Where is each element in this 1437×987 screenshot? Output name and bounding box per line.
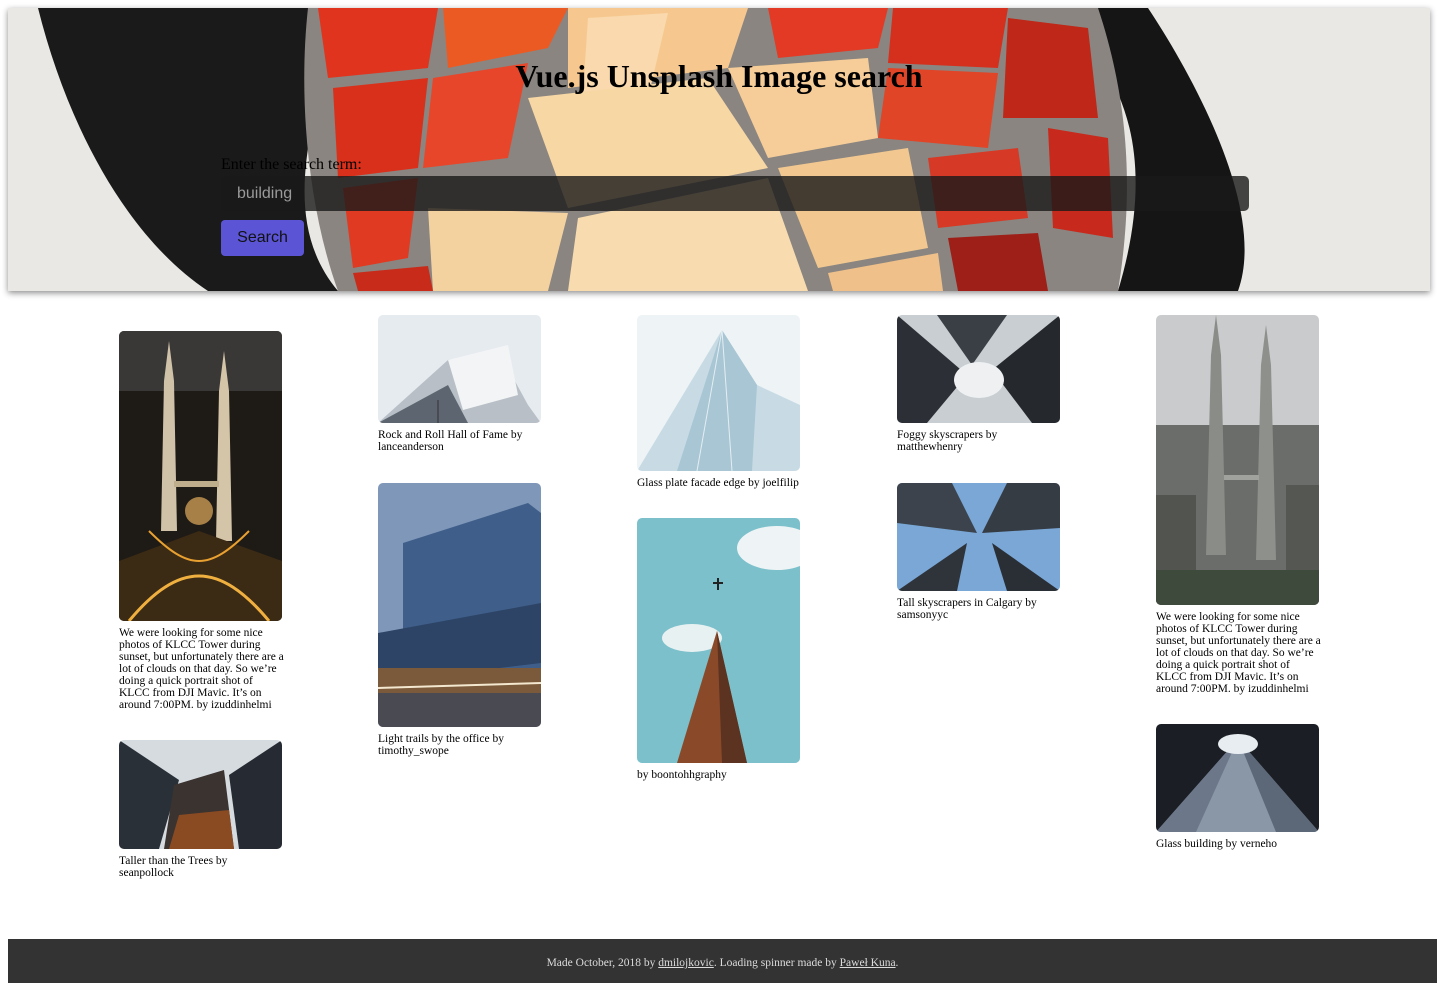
image-card[interactable]: Light trails by the office by timothy_sw… <box>378 483 541 757</box>
author-link[interactable]: dmilojkovic <box>658 957 714 969</box>
foggy-skyscrapers-image[interactable] <box>897 315 1060 423</box>
image-caption: by boontohhgraphy <box>637 769 727 781</box>
header-banner: Vue.js Unsplash Image search Enter the s… <box>8 8 1430 291</box>
skyscrapers-looking-up-image[interactable] <box>119 740 282 849</box>
image-caption: Rock and Roll Hall of Fame by lanceander… <box>378 429 523 453</box>
image-caption: Glass plate facade edge by joelfilip <box>637 477 799 489</box>
image-caption: Glass building by verneho <box>1156 838 1278 850</box>
footer-text: . <box>895 957 899 969</box>
image-card[interactable]: We were looking for some nice photos of … <box>119 331 284 711</box>
image-card[interactable]: Glass building by verneho <box>1156 724 1319 850</box>
glass-building-looking-up-image[interactable] <box>1156 724 1319 832</box>
image-card[interactable]: Rock and Roll Hall of Fame by lanceander… <box>378 315 541 453</box>
image-caption: Foggy skyscrapers by matthewhenry <box>897 429 998 453</box>
image-caption: We were looking for some nice photos of … <box>119 627 284 711</box>
calgary-skyscrapers-image[interactable] <box>897 483 1060 591</box>
rock-and-roll-hall-of-fame-image[interactable] <box>378 315 541 423</box>
image-card[interactable]: Taller than the Trees by seanpollock <box>119 740 282 879</box>
page-title: Vue.js Unsplash Image search <box>515 58 923 94</box>
image-caption: Taller than the Trees by seanpollock <box>119 855 228 879</box>
footer-text: Made October, 2018 by <box>546 957 659 969</box>
image-card[interactable]: by boontohhgraphy <box>637 518 800 781</box>
klcc-towers-day-image[interactable] <box>1156 315 1319 605</box>
spinner-author-link[interactable]: Paweł Kuna <box>840 957 896 969</box>
klcc-towers-night-aerial-image[interactable] <box>119 331 282 621</box>
image-card[interactable]: Glass plate facade edge by joelfilip <box>637 315 800 489</box>
search-label: Enter the search term: <box>221 156 362 173</box>
image-card[interactable]: Foggy skyscrapers by matthewhenry <box>897 315 1060 453</box>
image-card[interactable]: We were looking for some nice photos of … <box>1156 315 1321 695</box>
search-button[interactable]: Search <box>221 220 304 256</box>
footer-text: . Loading spinner made by <box>713 957 840 969</box>
search-input[interactable] <box>221 176 1249 211</box>
image-caption: Light trails by the office by timothy_sw… <box>378 733 504 757</box>
glass-facade-edge-image[interactable] <box>637 315 800 471</box>
tower-with-airplane-image[interactable] <box>637 518 800 763</box>
image-card[interactable]: Tall skyscrapers in Calgary by samsonyyc <box>897 483 1060 621</box>
image-caption: Tall skyscrapers in Calgary by samsonyyc <box>897 597 1037 621</box>
image-caption: We were looking for some nice photos of … <box>1156 611 1321 695</box>
footer: Made October, 2018 by dmilojkovic. Loadi… <box>8 939 1437 983</box>
glass-office-light-trails-image[interactable] <box>378 483 541 727</box>
